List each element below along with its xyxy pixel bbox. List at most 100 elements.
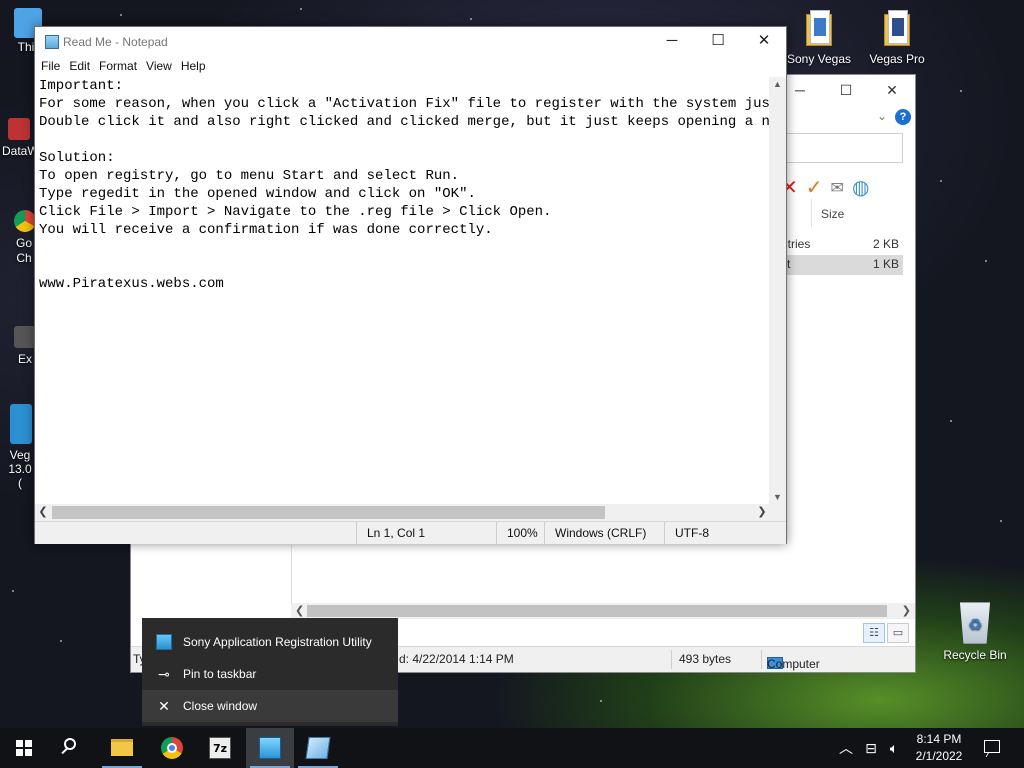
clock-date: 2/1/2022: [915, 749, 963, 763]
ribbon-controls: ⌄ ?: [877, 109, 911, 125]
scroll-left-icon[interactable]: ❮: [35, 504, 51, 521]
star: [300, 8, 302, 10]
taskbar-7zip[interactable]: 7z: [196, 728, 244, 768]
star: [960, 90, 962, 92]
globe-icon[interactable]: ◍: [852, 175, 869, 200]
notepad-icon: [45, 35, 59, 49]
star: [985, 260, 987, 262]
view-toggle: ☷ ▭: [863, 623, 909, 643]
scrollbar-corner: [769, 504, 786, 521]
mail-icon[interactable]: ✉: [831, 178, 844, 198]
desktop-icon-label: Vegas Pro: [869, 52, 925, 66]
notification-icon[interactable]: [984, 740, 1000, 753]
chevron-up-icon: ︿: [839, 740, 853, 756]
line-endings: Windows (CRLF): [544, 522, 664, 544]
desktop-icon-recycle-bin[interactable]: ♻ Recycle Bin: [940, 602, 1010, 662]
pin-to-taskbar[interactable]: ⊸ Pin to taskbar: [142, 658, 398, 690]
chrome-icon: [161, 737, 183, 759]
chrome-icon: [14, 210, 36, 232]
close-window[interactable]: ✕ Close window: [142, 690, 398, 722]
menu-bar: File Edit Format View Help: [35, 57, 786, 77]
desktop-icon-label: DataW: [2, 144, 39, 158]
title-bar[interactable]: Read Me - Notepad ─ ☐ ✕: [35, 27, 786, 57]
zoom-level: 100%: [496, 522, 544, 544]
search-box[interactable]: [781, 133, 903, 163]
menu-help[interactable]: Help: [178, 57, 212, 77]
network-tray[interactable]: ⊟: [860, 728, 882, 768]
desktop-icon-label: Sony Vegas: [786, 52, 852, 66]
preview-view-icon[interactable]: ▭: [887, 623, 909, 643]
minimize-button[interactable]: ─: [649, 27, 695, 57]
folder-icon: [882, 10, 912, 48]
encoding: UTF-8: [664, 522, 784, 544]
menu-format[interactable]: Format: [96, 57, 143, 77]
star: [60, 640, 62, 642]
recycle-bin-icon: ♻: [959, 602, 991, 644]
status-separator: [671, 650, 672, 669]
desktop-icon-label: Ex: [17, 352, 32, 366]
scroll-right-icon[interactable]: ❯: [754, 504, 770, 521]
pin-label: Pin to taskbar: [183, 667, 257, 681]
close-button[interactable]: ✕: [741, 27, 787, 57]
desktop-icon-label: Veg 13.0 (: [8, 448, 32, 490]
taskbar-file-explorer[interactable]: [98, 728, 146, 768]
menu-edit[interactable]: Edit: [66, 57, 96, 77]
scroll-up-icon[interactable]: ▲: [769, 79, 786, 89]
scroll-down-icon[interactable]: ▼: [769, 492, 786, 502]
chevron-down-icon[interactable]: ⌄: [877, 109, 887, 125]
scrollbar-thumb[interactable]: [52, 506, 605, 519]
file-size: 2 KB: [872, 237, 899, 251]
vertical-scrollbar[interactable]: ▲ ▼: [769, 77, 786, 504]
horizontal-scrollbar[interactable]: ❮ ❯: [35, 504, 770, 521]
status-bar: Ln 1, Col 1 100% Windows (CRLF) UTF-8: [35, 521, 786, 544]
taskbar-notepad[interactable]: [294, 728, 342, 768]
window-title: Read Me - Notepad: [63, 35, 168, 49]
scrollbar-thumb[interactable]: [307, 605, 887, 617]
search-button[interactable]: [48, 728, 96, 768]
maximize-icon[interactable]: ☐: [823, 75, 869, 105]
desktop-icon-vegas-pro[interactable]: Vegas Pro: [864, 10, 930, 66]
text-editor[interactable]: Important: For some reason, when you cli…: [36, 77, 770, 504]
desktop-icon-google-chrome[interactable]: Go Ch: [14, 210, 36, 266]
file-row-selected[interactable]: xt 1 KB: [781, 255, 903, 275]
maximize-button[interactable]: ☐: [695, 27, 741, 57]
taskbar-registration-utility[interactable]: [246, 728, 294, 768]
details-view-icon[interactable]: ☷: [863, 623, 885, 643]
desktop-icon-vegas13[interactable]: Veg 13.0 (: [6, 404, 36, 490]
desktop-icon-sony-vegas[interactable]: Sony Vegas: [786, 10, 852, 66]
clock[interactable]: 8:14 PM 2/1/2022: [908, 731, 970, 765]
desktop-icon-label: Go Ch: [15, 236, 32, 265]
volume-tray[interactable]: 🔈︎: [884, 728, 904, 768]
notepad-window[interactable]: Read Me - Notepad ─ ☐ ✕ File Edit Format…: [34, 26, 787, 544]
menu-view[interactable]: View: [143, 57, 178, 77]
scroll-right-icon[interactable]: ❯: [902, 603, 911, 619]
folder-icon: [111, 739, 133, 756]
horizontal-scrollbar[interactable]: ❮ ❯: [291, 603, 915, 619]
star: [470, 18, 472, 20]
start-button[interactable]: [0, 728, 48, 768]
search-icon: [64, 738, 76, 750]
column-header-size[interactable]: Size: [821, 207, 844, 221]
menu-file[interactable]: File: [38, 57, 66, 77]
star: [940, 180, 942, 182]
star: [950, 420, 952, 422]
close-icon[interactable]: ✕: [869, 75, 915, 105]
registration-utility-icon: [259, 737, 281, 759]
star: [120, 14, 122, 16]
taskbar-chrome[interactable]: [148, 728, 196, 768]
close-window-label: Close window: [183, 699, 258, 713]
show-hidden-icons[interactable]: ︿: [836, 728, 856, 768]
jump-list: Sony Application Registration Utility ⊸ …: [142, 618, 398, 726]
file-row[interactable]: ntries 2 KB: [781, 235, 903, 253]
close-icon: ✕: [158, 698, 170, 714]
jump-list-app[interactable]: Sony Application Registration Utility: [142, 626, 398, 658]
desktop-icon-dataw[interactable]: DataW: [2, 118, 39, 158]
help-icon[interactable]: ?: [895, 109, 911, 125]
scroll-left-icon[interactable]: ❮: [295, 603, 304, 619]
star: [1000, 520, 1002, 522]
registration-utility-icon: [156, 634, 172, 650]
desktop-icon-ex[interactable]: Ex: [14, 326, 36, 366]
star: [12, 590, 14, 592]
checkmark-icon[interactable]: ✓: [806, 175, 823, 200]
file-size: 1 KB: [872, 257, 899, 271]
